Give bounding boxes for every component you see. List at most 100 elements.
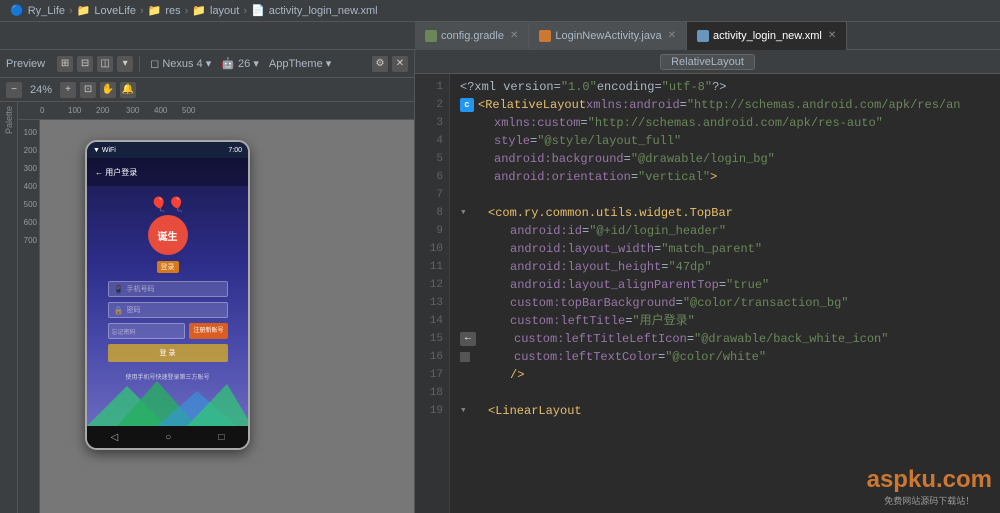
fit-icon[interactable]: ⊡ (80, 82, 96, 98)
lock-icon: 🔒 (114, 306, 124, 315)
code-line-11: android:layout_height = "47dp" (460, 258, 1000, 276)
breadcrumb-icon-3: 📁 (148, 4, 162, 17)
ruler-top: 0 100 200 300 400 500 (18, 102, 414, 120)
code-line-2: c <RelativeLayout xmlns:android = "http:… (460, 96, 1000, 114)
breadcrumb-icon-2: 📁 (77, 4, 91, 17)
forgot-btn[interactable]: 忘记密码 (108, 323, 186, 339)
code-line-14: custom:leftTitle = "用户登录" (460, 312, 1000, 330)
breadcrumb-item-4[interactable]: layout (210, 5, 239, 17)
tab-login-close[interactable]: ✕ (668, 30, 676, 41)
code-line-15: ← custom:leftTitleLeftIcon = "@drawable/… (460, 330, 1000, 348)
square-icon (460, 352, 470, 362)
grid-icon-2[interactable]: ⊟ (77, 56, 93, 72)
java-icon (539, 30, 551, 42)
action-row: 忘记密码 注册新账号 (108, 323, 228, 339)
code-line-6: android:orientation = "vertical" > (460, 168, 1000, 186)
zoom-level: 24% (30, 84, 52, 96)
left-panel: Preview ⊞ ⊟ ◫ ▾ ◻ Nexus 4 ▾ 🤖 26 ▾ AppTh… (0, 50, 415, 513)
ruler-left: 100 200 300 400 500 600 700 (18, 120, 40, 513)
phone-status-bar: ▼ WiFi 7:00 (87, 142, 248, 158)
code-line-9: android:id = "@+id/login_header" (460, 222, 1000, 240)
code-line-1: <?xml version="1.0" encoding="utf-8"?> (460, 78, 1000, 96)
grid-icon-1[interactable]: ⊞ (57, 56, 73, 72)
phone-input[interactable]: 📱 手机号码 (108, 281, 228, 297)
breadcrumb-item-1[interactable]: Ry_Life (28, 5, 65, 17)
close-preview-icon[interactable]: ✕ (392, 56, 408, 72)
editor-title-bar: RelativeLayout (415, 50, 1000, 74)
register-btn[interactable]: 注册新账号 (189, 323, 227, 339)
dropdown-icon[interactable]: ▾ (117, 56, 133, 72)
nexus-arrow: ▾ (206, 58, 212, 70)
tab-config-label: config.gradle (441, 30, 504, 42)
breadcrumb-bar: 🔵 Ry_Life › 📁 LoveLife › 📁 res › 📁 layou… (0, 0, 1000, 22)
tab-bar: config.gradle ✕ LoginNewActivity.java ✕ … (0, 22, 1000, 50)
api-arrow: ▾ (253, 58, 259, 70)
toolbar-separator (139, 56, 140, 72)
nav-recent-btn[interactable]: □ (218, 432, 224, 443)
theme-arrow: ▾ (326, 58, 332, 70)
tab-xml-label: activity_login_new.xml (713, 30, 822, 42)
tab-xml-close[interactable]: ✕ (828, 30, 836, 41)
pan-icon[interactable]: ✋ (100, 82, 116, 98)
arrow-left-btn[interactable]: ← (460, 332, 476, 346)
breadcrumb-item-3[interactable]: res (165, 5, 180, 17)
main-area: Preview ⊞ ⊟ ◫ ▾ ◻ Nexus 4 ▾ 🤖 26 ▾ AppTh… (0, 50, 1000, 513)
breadcrumb-icon-4: 📁 (192, 4, 206, 17)
code-line-17: /> (460, 366, 1000, 384)
balloons-icon: 🎈🎈 (150, 196, 185, 213)
palette-sidebar: Palette (0, 102, 18, 513)
phone-mockup: ▼ WiFi 7:00 ← 用户登录 🎈🎈 (85, 140, 250, 450)
code-line-5: android:background = "@drawable/login_bg… (460, 150, 1000, 168)
code-line-7 (460, 186, 1000, 204)
settings-icon[interactable]: ⚙ (372, 56, 388, 72)
code-editor: RelativeLayout 1 2 3 4 5 6 7 8 9 10 11 1… (415, 50, 1000, 513)
theme-selector[interactable]: AppTheme ▾ (269, 57, 331, 70)
login-btn-label: 登 录 (160, 348, 176, 358)
nexus-text: Nexus 4 (162, 58, 202, 70)
phone-placeholder: 手机号码 (126, 284, 154, 294)
back-arrow: ← 用户登录 (95, 167, 137, 178)
zoom-plus-icon[interactable]: + (60, 82, 76, 98)
nexus-selector[interactable]: ◻ Nexus 4 ▾ (150, 57, 211, 70)
login-button[interactable]: 登 录 (108, 344, 228, 362)
nav-back-btn[interactable]: ◁ (111, 432, 119, 443)
grid-icon-3[interactable]: ◫ (97, 56, 113, 72)
xml-icon (697, 30, 709, 42)
tab-xml[interactable]: activity_login_new.xml ✕ (687, 22, 847, 50)
api-selector[interactable]: 🤖 26 ▾ (221, 57, 259, 70)
breadcrumb-item-5[interactable]: activity_login_new.xml (269, 5, 378, 17)
fold-icon-19[interactable]: ▾ (460, 402, 474, 420)
c-marker: c (460, 98, 474, 112)
tab-config[interactable]: config.gradle ✕ (415, 22, 529, 50)
code-line-12: android:layout_alignParentTop = "true" (460, 276, 1000, 294)
code-line-18 (460, 384, 1000, 402)
phone-icon: 📱 (114, 285, 124, 294)
breadcrumb-item-2[interactable]: LoveLife (94, 5, 136, 17)
code-line-3: xmlns:custom = "http://schemas.android.c… (460, 114, 1000, 132)
code-lines: <?xml version="1.0" encoding="utf-8"?> c… (450, 74, 1000, 513)
pwd-placeholder: 密码 (126, 305, 140, 315)
zoom-minus-icon[interactable]: − (6, 82, 22, 98)
nav-home-btn[interactable]: ○ (165, 432, 171, 443)
app-header: ← 用户登录 (87, 158, 248, 186)
mountains-decoration (87, 376, 248, 426)
code-line-13: custom:topBarBackground = "@color/transa… (460, 294, 1000, 312)
code-line-8: ▾ <com.ry.common.utils.widget.TopBar (460, 204, 1000, 222)
line-numbers: 1 2 3 4 5 6 7 8 9 10 11 12 13 14 15 16 1… (415, 74, 450, 513)
phone-screen: ← 用户登录 🎈🎈 诞生 (87, 158, 248, 426)
phone-nav-bar: ◁ ○ □ (87, 426, 248, 448)
fold-icon-8[interactable]: ▾ (460, 204, 474, 222)
preview-label: Preview (6, 58, 45, 70)
api-text: 26 (238, 58, 250, 70)
palette-label: Palette (4, 106, 14, 134)
login-badge: 登录 (157, 261, 179, 273)
code-line-4: style = "@style/layout_full" (460, 132, 1000, 150)
tab-config-close[interactable]: ✕ (510, 30, 518, 41)
tab-login[interactable]: LoginNewActivity.java ✕ (529, 22, 687, 50)
editor-title-tag: RelativeLayout (660, 54, 755, 70)
code-content: 1 2 3 4 5 6 7 8 9 10 11 12 13 14 15 16 1… (415, 74, 1000, 513)
app-logo: 诞生 (148, 215, 188, 255)
password-input[interactable]: 🔒 密码 (108, 302, 228, 318)
bell-icon[interactable]: 🔔 (120, 82, 136, 98)
tab-login-label: LoginNewActivity.java (555, 30, 661, 42)
